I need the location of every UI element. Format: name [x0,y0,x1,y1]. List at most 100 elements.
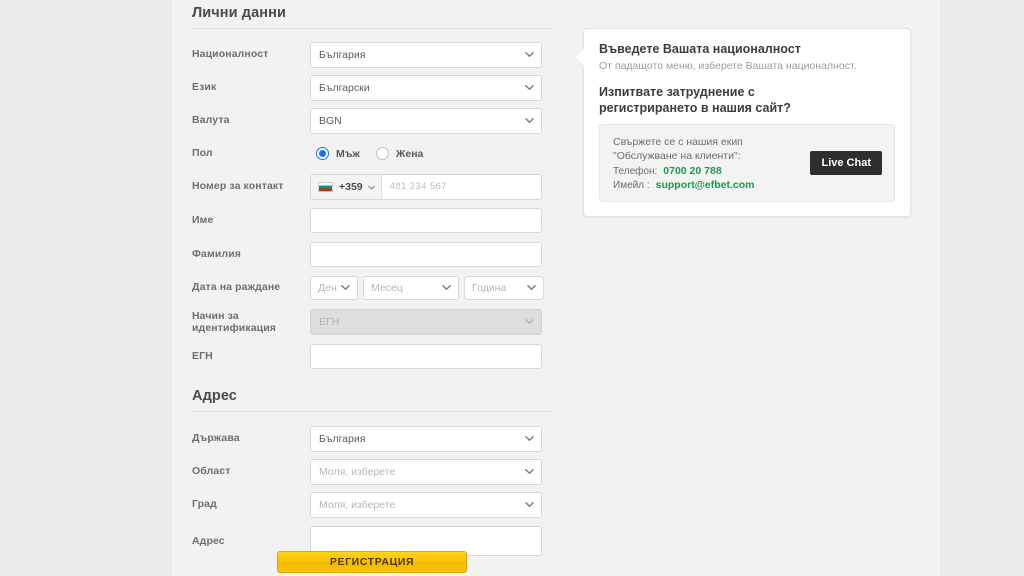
dob-day-value: Ден [318,281,337,294]
contact-email-value[interactable]: support@efbet.com [656,179,755,191]
chevron-down-icon [367,178,375,196]
gender-female-label: Жена [395,147,424,160]
tooltip-question-line1: Изпитвате затруднение с [599,85,755,99]
last-name-field-wrap [310,241,552,267]
field-row-last-name: Фамилия [192,237,552,271]
chevron-down-icon [527,283,536,292]
dob-day-select[interactable]: Ден [310,275,358,300]
city-select[interactable]: Моля, изберете [310,491,542,518]
field-row-currency: Валута BGN [192,104,552,137]
label-city: Град [192,498,217,511]
submit-area: РЕГИСТРАЦИЯ [192,551,552,573]
country-field-wrap: България [310,425,552,452]
field-row-egn: ЕГН [192,340,552,373]
label-currency: Валута [192,114,230,127]
currency-select[interactable]: BGN [310,107,542,134]
phone-field-wrap: +359 481 234 567 [310,173,552,200]
nationality-field-wrap: България [310,41,682,68]
chevron-down-icon [525,500,534,509]
id-method-value: ЕГН [319,316,340,328]
label-country: Държава [192,432,240,445]
field-row-region: Област Моля, изберете [192,455,552,488]
dob-month-select[interactable]: Месец [363,275,459,300]
currency-value: BGN [319,114,342,127]
contact-support-box: Свържете се с нашия екип "Обслужване на … [599,124,895,202]
field-row-phone: Номер за контакт +359 481 234 567 [192,170,552,203]
field-row-country: Държава България [192,422,552,455]
contact-line1: Свържете се с нашия екип [613,136,743,148]
currency-field-wrap: BGN [310,107,552,134]
gender-radio-group: Мъж Жена [310,147,552,160]
dob-field-wrap: Ден Месец Година [310,275,552,300]
contact-line2: "Обслужване на клиенти": [613,150,741,162]
country-select[interactable]: България [310,425,542,452]
contact-email-row: Имейл : support@efbet.com [613,179,802,191]
chevron-down-icon [525,467,534,476]
section-header-personal: Лични данни [192,5,552,29]
radio-female-icon[interactable] [375,147,389,160]
chevron-down-icon [442,283,451,292]
contact-phone-label: Телефон: [613,166,658,177]
first-name-input[interactable] [310,207,542,233]
phone-input-group: +359 481 234 567 [310,173,542,200]
nationality-select[interactable]: България [310,41,542,68]
gender-option-female[interactable]: Жена [375,147,424,160]
live-chat-button[interactable]: Live Chat [810,151,882,175]
nationality-value: България [319,48,366,61]
region-select[interactable]: Моля, изберете [310,458,542,485]
contact-email-label: Имейл : [613,180,650,191]
dob-year-value: Година [472,281,507,294]
city-field-wrap: Моля, изберете [310,491,552,518]
tooltip-question: Изпитвате затруднение с регистрирането в… [599,84,895,116]
tooltip-title: Въведете Вашата националност [599,42,801,56]
label-phone: Номер за контакт [192,180,284,193]
dob-year-select[interactable]: Година [464,275,544,300]
contact-phone-row: Телефон: 0700 20 788 [613,165,802,177]
country-value: България [319,432,366,445]
language-value: Български [319,81,370,94]
chevron-down-icon [525,83,534,92]
field-row-nationality: Националност България [192,38,682,71]
label-gender: Пол [192,147,213,160]
chevron-down-icon [525,116,534,125]
label-address: Адрес [192,534,225,547]
field-row-language: Език Български [192,71,552,104]
contact-phone-value[interactable]: 0700 20 788 [663,165,721,177]
id-method-field-wrap: ЕГН [310,309,552,335]
phone-country-selector[interactable]: +359 [311,174,382,199]
egn-input[interactable] [310,344,542,369]
field-row-dob: Дата на раждане Ден Месец Година [192,271,552,304]
register-button[interactable]: РЕГИСТРАЦИЯ [277,551,467,573]
field-row-city: Град Моля, изберете [192,488,552,521]
region-value: Моля, изберете [319,465,396,478]
field-row-id-method: Начин за идентификация ЕГН [192,304,552,340]
chevron-down-icon [341,283,350,292]
chevron-down-icon [525,317,534,326]
field-row-gender: Пол Мъж Жена [192,137,552,170]
label-egn: ЕГН [192,350,213,363]
registration-page: Лични данни Националност България Език Б… [0,0,1024,576]
section-header-address: Адрес [192,388,552,412]
last-name-input[interactable] [310,241,542,267]
egn-field-wrap [310,344,552,369]
phone-dial-code: +359 [339,180,363,193]
bulgaria-flag-icon [318,181,333,192]
phone-number-input[interactable]: 481 234 567 [382,175,541,199]
label-region: Област [192,465,231,478]
help-tooltip: Въведете Вашата националност От падащото… [574,28,911,217]
chevron-down-icon [525,434,534,443]
label-last-name: Фамилия [192,247,241,260]
label-first-name: Име [192,213,214,226]
city-value: Моля, изберете [319,498,396,511]
gender-field-wrap: Мъж Жена [310,147,552,160]
label-language: Език [192,81,217,94]
field-row-first-name: Име [192,203,552,237]
label-nationality: Националност [192,48,269,61]
language-select[interactable]: Български [310,74,542,101]
label-dob: Дата на раждане [192,281,281,294]
id-method-select: ЕГН [310,309,542,335]
chevron-down-icon [525,50,534,59]
tooltip-question-line2: регистрирането в нашия сайт? [599,101,791,115]
radio-male-icon[interactable] [316,147,329,160]
gender-option-male[interactable]: Мъж [316,147,360,160]
